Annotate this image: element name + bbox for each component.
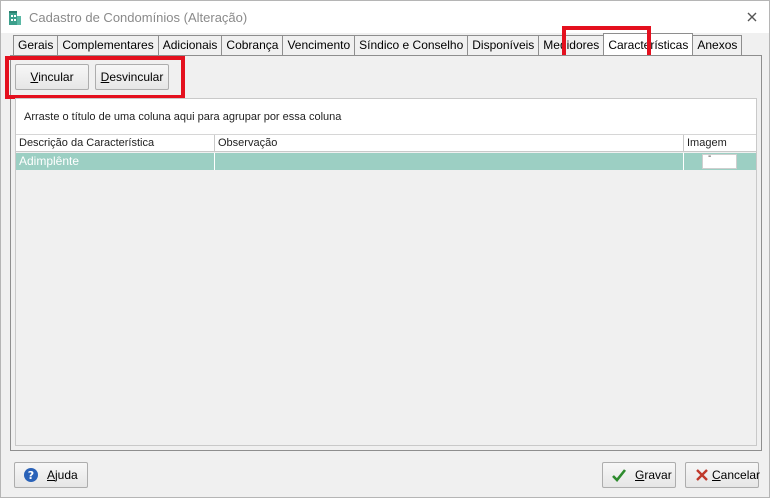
save-button[interactable]: Gravar: [602, 462, 676, 488]
close-button[interactable]: [745, 10, 759, 24]
image-placeholder: -: [708, 151, 712, 162]
tab-sindico-conselho[interactable]: Síndico e Conselho: [354, 35, 469, 55]
cancel-button[interactable]: Cancelar: [685, 462, 761, 488]
window-title: Cadastro de Condomínios (Alteração): [29, 10, 248, 25]
tab-strip: Gerais Complementares Adicionais Cobranç…: [13, 33, 743, 55]
help-icon: ?: [24, 468, 38, 482]
tab-disponiveis[interactable]: Disponíveis: [467, 35, 540, 55]
table-row[interactable]: Adimplênte -: [16, 151, 756, 170]
tab-cobranca[interactable]: Cobrança: [221, 35, 284, 55]
cell-imagem[interactable]: -: [702, 151, 737, 169]
column-header-descricao[interactable]: Descrição da Característica: [16, 135, 215, 152]
group-hint: Arraste o título de uma coluna aqui para…: [24, 111, 342, 123]
gravar-accel: G: [635, 468, 645, 482]
title-bar: Cadastro de Condomínios (Alteração): [1, 1, 769, 33]
tab-anexos[interactable]: Anexos: [692, 35, 743, 55]
column-header-imagem[interactable]: Imagem: [684, 135, 756, 152]
tab-gerais[interactable]: Gerais: [13, 35, 59, 55]
tab-medidores[interactable]: Medidores: [538, 35, 605, 55]
group-by-area[interactable]: Arraste o título de uma coluna aqui para…: [16, 99, 756, 135]
checkmark-icon: [612, 469, 627, 482]
tab-complementares[interactable]: Complementares: [57, 35, 159, 55]
close-icon: [747, 12, 757, 22]
ajuda-accel: A: [47, 468, 56, 482]
cancelar-label: ancelar: [720, 468, 761, 482]
svg-text:?: ?: [28, 469, 34, 482]
cancelar-accel: C: [712, 468, 721, 482]
characteristics-grid: Arraste o título de uma coluna aqui para…: [15, 98, 757, 446]
tab-adicionais[interactable]: Adicionais: [157, 35, 223, 55]
help-button[interactable]: ? Ajuda: [14, 462, 88, 488]
building-icon: [9, 11, 21, 25]
vincular-button[interactable]: Vincular: [15, 64, 89, 90]
cancel-x-icon: [696, 469, 708, 481]
cell-observacao: [215, 153, 684, 170]
tab-caracteristicas[interactable]: Características: [603, 33, 694, 55]
desvincular-label: esvincular: [109, 70, 164, 84]
vincular-label: incular: [38, 70, 74, 84]
desvincular-accel: D: [100, 70, 110, 84]
ajuda-label: juda: [55, 468, 78, 482]
cell-descricao: Adimplênte: [16, 153, 215, 170]
desvincular-button[interactable]: Desvincular: [95, 64, 169, 90]
gravar-label: ravar: [644, 468, 672, 482]
tab-vencimento[interactable]: Vencimento: [282, 35, 356, 55]
dialog-window: Cadastro de Condomínios (Alteração) Gera…: [0, 0, 770, 498]
column-header-observacao[interactable]: Observação: [215, 135, 684, 152]
